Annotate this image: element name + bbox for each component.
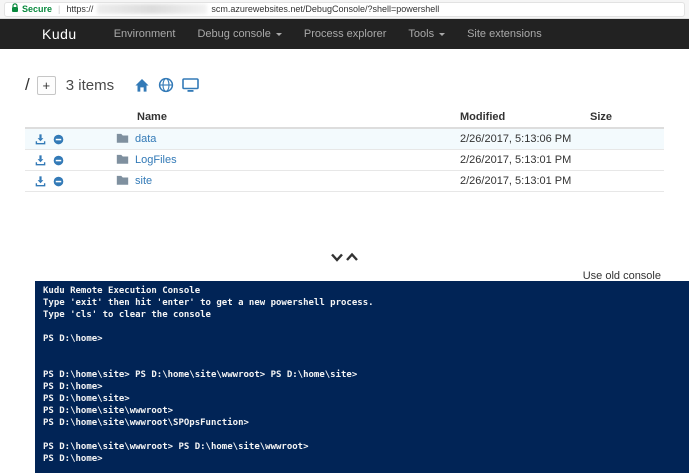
nav-environment-label: Environment xyxy=(113,28,176,40)
pane-divider xyxy=(0,250,689,264)
download-icon[interactable] xyxy=(35,154,46,166)
table-row: LogFiles 2/26/2017, 5:13:01 PM xyxy=(25,149,664,171)
console-line: PS D:\home> xyxy=(43,334,103,344)
items-count: 3 items xyxy=(65,76,115,94)
name-header: Name xyxy=(110,107,454,129)
folder-link[interactable]: site xyxy=(135,175,152,187)
globe-icon[interactable] xyxy=(154,75,178,95)
modified-header: Modified xyxy=(454,107,584,129)
folder-icon xyxy=(116,174,129,188)
url-chip-divider: | xyxy=(58,4,61,14)
table-row: data 2/26/2017, 5:13:06 PM xyxy=(25,127,664,150)
chevron-down-icon xyxy=(439,32,446,36)
kudu-navbar: Kudu Environment Debug console Process e… xyxy=(0,19,689,49)
download-icon[interactable] xyxy=(35,175,46,187)
terminal-icon[interactable] xyxy=(178,75,202,95)
file-browser: / + 3 items Name Modified Size data 2/26… xyxy=(0,71,689,192)
nav-process-explorer-label: Process explorer xyxy=(303,28,387,40)
console-line: Kudu Remote Execution Console xyxy=(43,286,201,296)
delete-icon[interactable] xyxy=(53,155,64,166)
console-line: Type 'cls' to clear the console xyxy=(43,310,211,320)
delete-icon[interactable] xyxy=(53,134,64,145)
file-table: Name Modified Size data 2/26/2017, 5:13:… xyxy=(25,107,664,192)
nav-environment[interactable]: Environment xyxy=(103,19,187,49)
console-line: PS D:\home\site\wwwroot> PS D:\home\site… xyxy=(43,442,309,452)
console-line: Type 'exit' then hit 'enter' to get a ne… xyxy=(43,298,374,308)
nav-tools-label: Tools xyxy=(408,28,435,40)
folder-link[interactable]: data xyxy=(135,133,156,145)
browser-address-bar: Secure | https:// scm.azurewebsites.net/… xyxy=(0,0,689,19)
modified-cell: 2/26/2017, 5:13:01 PM xyxy=(454,149,584,171)
console-output[interactable]: Kudu Remote Execution Console Type 'exit'… xyxy=(35,281,689,473)
console-line: PS D:\home\site> xyxy=(43,394,130,404)
old-console-row: Use old console xyxy=(0,266,689,282)
url-field[interactable]: Secure | https:// scm.azurewebsites.net/… xyxy=(4,1,685,17)
nav-process-explorer[interactable]: Process explorer xyxy=(293,19,398,49)
chevron-down-icon xyxy=(275,32,282,36)
table-row: site 2/26/2017, 5:13:01 PM xyxy=(25,170,664,192)
new-item-button[interactable]: + xyxy=(36,75,56,95)
folder-icon xyxy=(116,132,129,146)
secure-chip[interactable]: Secure xyxy=(11,3,52,15)
nav-debug-console-label: Debug console xyxy=(197,28,271,40)
use-old-console-link[interactable]: Use old console xyxy=(583,270,661,282)
console-line: PS D:\home> xyxy=(43,454,103,464)
download-icon[interactable] xyxy=(35,133,46,145)
chevron-up-icon[interactable] xyxy=(345,251,359,263)
chevron-down-icon[interactable] xyxy=(330,251,344,263)
console-line: PS D:\home> xyxy=(43,382,103,392)
file-table-header-row: Name Modified Size xyxy=(25,107,664,129)
console-line: PS D:\home\site\wwwroot> xyxy=(43,406,174,416)
nav-site-extensions[interactable]: Site extensions xyxy=(456,19,553,49)
folder-link[interactable]: LogFiles xyxy=(135,154,177,166)
nav-tools[interactable]: Tools xyxy=(397,19,456,49)
size-cell xyxy=(584,149,664,171)
size-cell xyxy=(584,127,664,150)
actions-header xyxy=(25,107,110,129)
breadcrumb: / + 3 items xyxy=(25,71,664,99)
console-line: PS D:\home\site\wwwroot\SPOpsFunction> xyxy=(43,418,249,428)
console-line: PS D:\home\site> PS D:\home\site\wwwroot… xyxy=(43,370,358,380)
delete-icon[interactable] xyxy=(53,176,64,187)
size-cell xyxy=(584,170,664,192)
url-suffix: scm.azurewebsites.net/DebugConsole/?shel… xyxy=(211,4,440,14)
url-prefix: https:// xyxy=(66,4,94,14)
lock-icon xyxy=(11,3,19,15)
modified-cell: 2/26/2017, 5:13:01 PM xyxy=(454,170,584,192)
secure-label: Secure xyxy=(22,4,53,14)
kudu-brand[interactable]: Kudu xyxy=(42,26,77,42)
nav-site-extensions-label: Site extensions xyxy=(467,28,542,40)
folder-icon xyxy=(116,153,129,167)
modified-cell: 2/26/2017, 5:13:06 PM xyxy=(454,127,584,150)
nav-debug-console[interactable]: Debug console xyxy=(186,19,292,49)
home-icon[interactable] xyxy=(130,75,154,95)
current-path[interactable]: / xyxy=(25,75,30,95)
size-header: Size xyxy=(584,107,664,129)
redacted-url-segment xyxy=(97,4,208,14)
